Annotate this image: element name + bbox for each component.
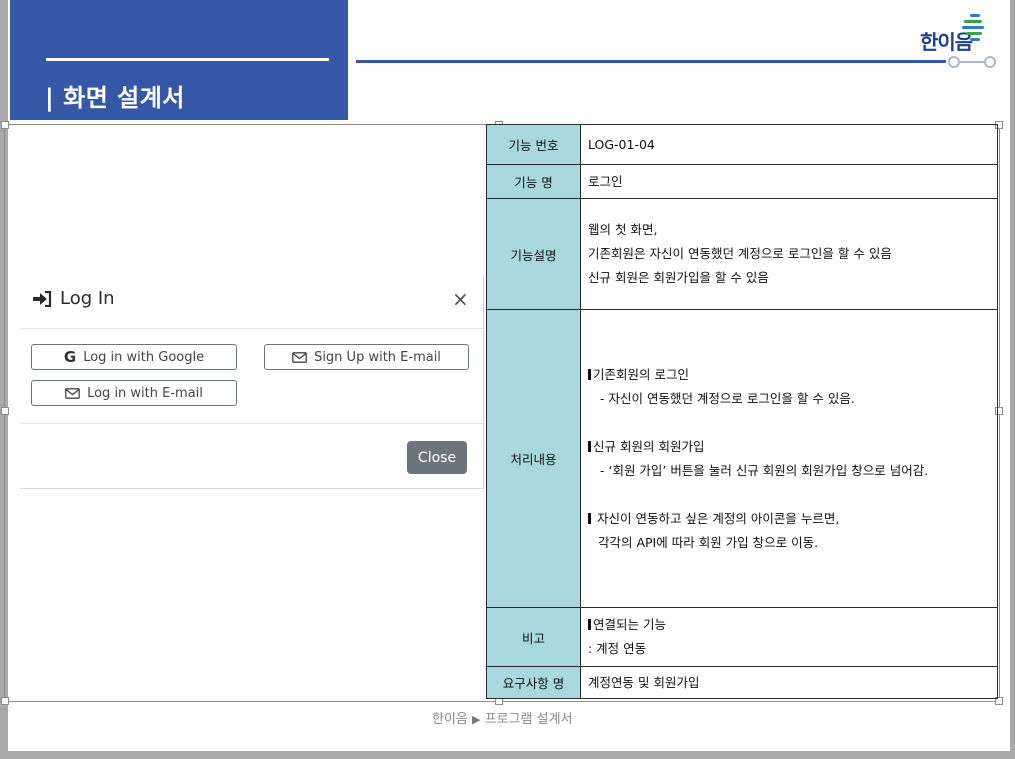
footer: 한이음 ▶ 프로그램 설계서	[432, 708, 573, 727]
table-row: 기능 번호 LOG-01-04	[486, 124, 998, 165]
slide: | 화면 설계서 한이음 Log In × G Log in with Goog…	[1, 0, 1010, 751]
desc-label: 기능설명	[486, 198, 581, 310]
envelope-icon	[292, 351, 307, 363]
modal-footer: Close	[20, 423, 483, 489]
close-button[interactable]: Close	[407, 441, 467, 474]
google-login-label: Log in with Google	[83, 349, 205, 365]
page-title: | 화면 설계서	[45, 84, 185, 112]
desc-line: 기존회원은 자신이 연동했던 계정으로 로그인을 할 수 있음	[588, 246, 892, 261]
header-divider	[356, 60, 946, 63]
note-label: 비고	[486, 607, 581, 667]
envelope-icon	[65, 387, 80, 399]
resize-handle[interactable]	[1, 697, 9, 705]
footer-left: 한이음	[432, 712, 468, 727]
proc-label: 처리내용	[486, 309, 581, 608]
func-name-label: 기능 명	[486, 164, 581, 199]
proc-detail: - ‘회원 가입’ 버튼을 눌러 신규 회원의 회원가입 창으로 넘어감.	[600, 462, 929, 478]
table-row: 기능설명 웹의 첫 화면, 기존회원은 자신이 연동했던 계정으로 로그인을 할…	[486, 198, 998, 310]
func-name-value: 로그인	[580, 164, 998, 199]
modal-header: Log In ×	[20, 275, 483, 329]
proc-heading: 기존회원의 로그인	[588, 363, 990, 387]
footer-right: 프로그램 설계서	[484, 712, 573, 727]
title-banner: | 화면 설계서	[10, 0, 348, 120]
table-row: 비고 연결되는 기능 : 계정 연동	[486, 607, 998, 667]
proc-value: 기존회원의 로그인 - 자신이 연동했던 계정으로 로그인을 할 수 있음. 신…	[580, 309, 998, 608]
proc-detail: 각각의 API에 따라 회원 가입 창으로 이동.	[598, 534, 819, 550]
connector-icon	[948, 56, 996, 68]
modal-title: Log In	[32, 288, 115, 309]
arrow-icon: ▶	[472, 713, 481, 726]
table-row: 기능 명 로그인	[486, 164, 998, 199]
desc-line: 웹의 첫 화면,	[588, 222, 658, 237]
func-no-value: LOG-01-04	[580, 124, 998, 165]
func-no-label: 기능 번호	[486, 124, 581, 165]
req-label: 요구사항 명	[486, 666, 581, 699]
note-heading: 연결되는 기능	[588, 613, 990, 637]
email-signup-button[interactable]: Sign Up with E-mail	[264, 344, 469, 370]
close-icon[interactable]: ×	[452, 287, 469, 311]
table-row: 요구사항 명 계정연동 및 회원가입	[486, 666, 998, 699]
note-value: 연결되는 기능 : 계정 연동	[580, 607, 998, 667]
google-icon: G	[63, 348, 77, 366]
resize-handle[interactable]	[1, 121, 9, 129]
login-modal: Log In × G Log in with Google Sign Up wi…	[20, 275, 484, 489]
table-row: 처리내용 기존회원의 로그인 - 자신이 연동했던 계정으로 로그인을 할 수 …	[486, 309, 998, 608]
email-login-label: Log in with E-mail	[87, 385, 203, 401]
resize-handle[interactable]	[1, 407, 9, 415]
spec-table: 기능 번호 LOG-01-04 기능 명 로그인 기능설명 웹의 첫 화면, 기…	[486, 124, 998, 699]
proc-heading: 신규 회원의 회원가입	[588, 435, 990, 459]
hanium-logo: 한이음	[920, 14, 990, 54]
logo-mark-icon	[962, 14, 984, 44]
modal-title-text: Log In	[60, 288, 115, 309]
google-login-button[interactable]: G Log in with Google	[31, 344, 237, 370]
desc-value: 웹의 첫 화면, 기존회원은 자신이 연동했던 계정으로 로그인을 할 수 있음…	[580, 198, 998, 310]
desc-line: 신규 회원은 회원가입을 할 수 있음	[588, 270, 769, 285]
banner-divider	[46, 58, 329, 61]
sign-in-icon	[33, 290, 52, 307]
email-login-button[interactable]: Log in with E-mail	[31, 380, 237, 406]
proc-detail: - 자신이 연동했던 계정으로 로그인을 할 수 있음.	[600, 390, 855, 406]
note-body: : 계정 연동	[588, 641, 647, 656]
proc-heading: 자신이 연동하고 싶은 계정의 아이콘을 누르면,	[588, 507, 990, 531]
req-value: 계정연동 및 회원가입	[580, 666, 998, 699]
email-signup-label: Sign Up with E-mail	[314, 349, 441, 365]
